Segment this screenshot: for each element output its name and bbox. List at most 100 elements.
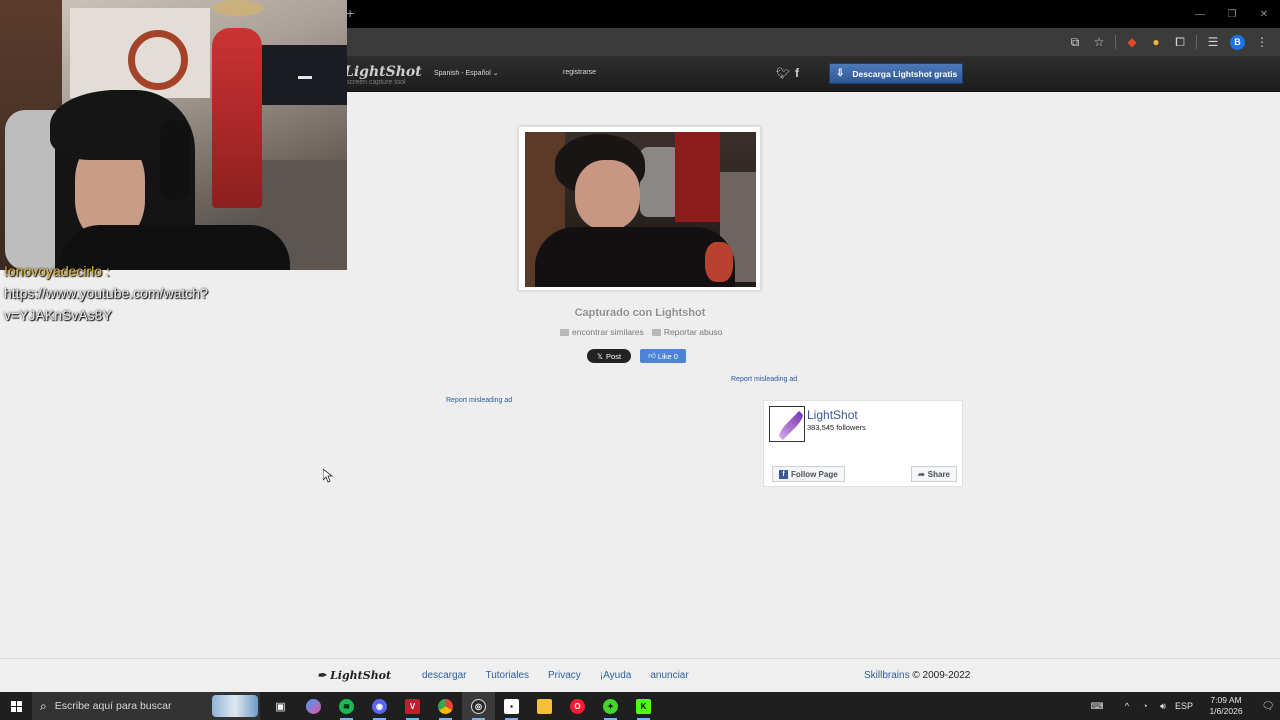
- profile-icon[interactable]: B: [1230, 34, 1245, 50]
- obs-icon[interactable]: ◎: [462, 692, 495, 720]
- report-ad-link-left[interactable]: Report misleading ad: [446, 397, 512, 404]
- task-view-icon[interactable]: ▣: [264, 692, 297, 720]
- clock-time: 7:09 AM: [1210, 695, 1242, 705]
- close-window-button[interactable]: ✕: [1248, 0, 1280, 28]
- social-buttons: 𝕏 Post 👍︎ Like 0: [587, 349, 686, 363]
- opera-gx-icon[interactable]: O: [561, 692, 594, 720]
- roblox-icon[interactable]: ▪: [495, 692, 528, 720]
- report-ad-link-right[interactable]: Report misleading ad: [731, 376, 797, 383]
- post-label: Post: [606, 351, 622, 361]
- chat-username: !onovoyadecirlo :: [4, 263, 110, 279]
- footer-logo-text: LightShot: [330, 669, 392, 682]
- copyright-text: © 2009-2022: [912, 670, 971, 681]
- tab-search-icon[interactable]: ☰: [1203, 32, 1223, 52]
- clock[interactable]: 7:09 AM 1/6/2026: [1196, 695, 1256, 717]
- followers-count: 383,545 followers: [807, 423, 866, 432]
- footer-link-tutorials[interactable]: Tutoriales: [485, 670, 529, 681]
- volume-icon[interactable]: 🔊︎: [1154, 701, 1172, 712]
- minimize-button[interactable]: —: [1184, 0, 1216, 28]
- search-highlight-image: [212, 695, 258, 717]
- screenshot-frame: [518, 126, 761, 291]
- footer-link-advertise[interactable]: anunciar: [650, 670, 688, 681]
- language-select[interactable]: Spanish - Español ⌄: [434, 69, 499, 77]
- restore-button[interactable]: ❐: [1216, 0, 1248, 28]
- download-icon: ⇩: [836, 68, 845, 79]
- footer-link-help[interactable]: ¡Ayuda: [600, 670, 632, 681]
- page-name[interactable]: LightShot: [807, 408, 858, 422]
- taskbar-search[interactable]: ⌕ Escribe aquí para buscar: [32, 692, 260, 720]
- language-value: Spanish - Español: [434, 70, 491, 77]
- footer-link-download[interactable]: descargar: [422, 670, 466, 681]
- share-button[interactable]: ➦ Share: [911, 466, 957, 482]
- kick-icon[interactable]: K: [627, 692, 660, 720]
- flag-icon: [651, 328, 661, 336]
- twitter-icon[interactable]: 🐦︎: [776, 67, 790, 80]
- toolbar-divider: [1115, 35, 1116, 49]
- menu-icon[interactable]: ⋮: [1252, 32, 1272, 52]
- feather-icon: ✒: [317, 669, 327, 682]
- find-similar-link[interactable]: encontrar similares: [560, 327, 644, 337]
- download-button-label: Descarga Lightshot gratis: [852, 68, 958, 79]
- discord-icon[interactable]: ◉: [363, 692, 396, 720]
- follow-label: Follow Page: [791, 469, 838, 479]
- new-tab-button[interactable]: +: [346, 5, 354, 21]
- chevron-up-icon[interactable]: ^: [1118, 701, 1136, 711]
- windows-taskbar: ⌕ Escribe aquí para buscar ▣ ≋ ◉ V ◎ ▪ O…: [0, 692, 1280, 720]
- file-explorer-icon[interactable]: [528, 692, 561, 720]
- thumbs-up-icon: 👍︎: [648, 351, 656, 360]
- capture-caption: Capturado con Lightshot: [0, 307, 1280, 319]
- search-icon: ⌕: [40, 698, 47, 713]
- system-tray: ⌨ ^ ◔ 🔊︎ ESP 7:09 AM 1/6/2026 🗨︎: [1088, 692, 1280, 720]
- report-abuse-link[interactable]: Reportar abuso: [651, 327, 723, 337]
- report-abuse-label: Reportar abuso: [663, 327, 723, 337]
- facebook-icon: f: [779, 469, 788, 479]
- network-icon[interactable]: ◔: [1136, 701, 1154, 711]
- follow-page-button[interactable]: f Follow Page: [772, 466, 845, 482]
- capture-actions: encontrar similares Reportar abuso: [560, 327, 722, 337]
- caption-text: Capturado con Lightshot: [574, 307, 706, 319]
- voicemod-icon[interactable]: V: [396, 692, 429, 720]
- chevron-down-icon: ⌄: [492, 70, 499, 77]
- footer-copyright: Skillbrains © 2009-2022: [864, 670, 970, 681]
- razer-icon[interactable]: ✦: [594, 692, 627, 720]
- facebook-page-widget: LightShot 383,545 followers f Follow Pag…: [763, 400, 963, 487]
- company-link[interactable]: Skillbrains: [864, 670, 910, 681]
- feather-icon: [776, 411, 804, 440]
- image-icon: [560, 328, 569, 336]
- star-icon[interactable]: ☆: [1089, 32, 1109, 52]
- like-label: Like 0: [657, 351, 678, 361]
- find-similar-label: encontrar similares: [572, 327, 644, 337]
- share-icon: ➦: [918, 469, 925, 479]
- x-icon: 𝕏: [596, 351, 604, 361]
- extension-b-icon[interactable]: ●: [1146, 32, 1166, 52]
- footer-logo[interactable]: ✒ LightShot: [317, 669, 391, 682]
- toolbar-divider: [1196, 35, 1197, 49]
- extension-a-icon[interactable]: ◆: [1122, 32, 1142, 52]
- search-placeholder: Escribe aquí para buscar: [54, 700, 172, 712]
- window-controls: — ❐ ✕: [1184, 0, 1280, 28]
- footer-link-privacy[interactable]: Privacy: [548, 670, 581, 681]
- captured-screenshot-image[interactable]: [525, 132, 756, 287]
- windows-icon: [10, 700, 22, 712]
- share-label: Share: [927, 469, 950, 479]
- spotify-icon[interactable]: ≋: [330, 692, 363, 720]
- puzzle-icon[interactable]: ⧠: [1170, 32, 1190, 52]
- chat-message-line: https://www.youtube.com/watch?: [4, 285, 208, 301]
- language-indicator[interactable]: ESP: [1172, 701, 1196, 711]
- start-button[interactable]: [0, 692, 32, 720]
- site-tagline: screen capture tool: [346, 79, 406, 86]
- site-logo[interactable]: LightShot: [344, 64, 422, 80]
- facebook-like-button[interactable]: 👍︎ Like 0: [640, 349, 686, 363]
- chrome-icon[interactable]: [429, 692, 462, 720]
- register-link[interactable]: registrarse: [563, 69, 596, 76]
- copilot-icon[interactable]: [297, 692, 330, 720]
- footer-links: descargar Tutoriales Privacy ¡Ayuda anun…: [422, 670, 689, 681]
- facebook-icon[interactable]: f: [795, 66, 799, 80]
- x-post-button[interactable]: 𝕏 Post: [587, 349, 631, 363]
- download-button[interactable]: ⇩ Descarga Lightshot gratis: [829, 63, 963, 84]
- clock-date: 1/6/2026: [1209, 706, 1243, 716]
- notification-icon[interactable]: 🗨︎: [1256, 701, 1280, 712]
- cast-icon[interactable]: ⧉: [1065, 32, 1085, 52]
- keyboard-icon[interactable]: ⌨: [1088, 701, 1106, 712]
- page-avatar[interactable]: [769, 406, 805, 442]
